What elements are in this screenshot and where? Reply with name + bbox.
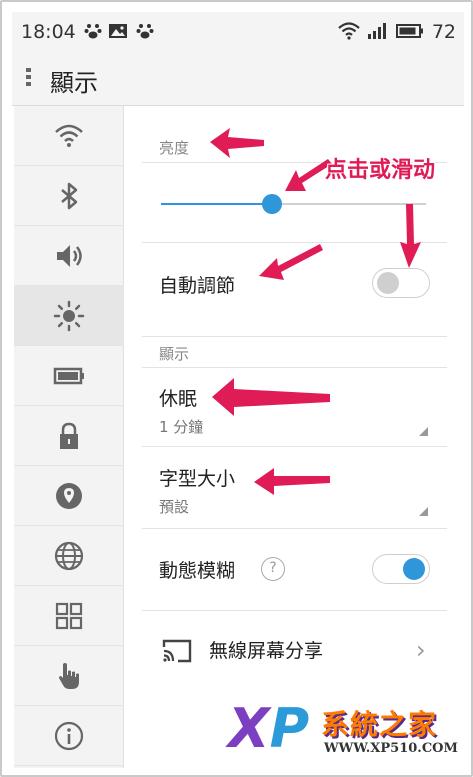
sidebar-item-security[interactable] — [14, 406, 124, 466]
volume-icon — [57, 244, 82, 267]
wifi-icon — [338, 22, 360, 45]
annotation-text: 点击或滑动 — [325, 158, 436, 183]
sidebar-item-volume[interactable] — [14, 226, 124, 286]
brightness-header: 亮度 — [159, 139, 190, 157]
info-icon — [54, 721, 84, 750]
image-icon — [108, 22, 128, 45]
sidebar-item-display[interactable] — [14, 286, 124, 346]
chevron-right-icon: › — [416, 636, 426, 664]
bluetooth-icon — [61, 182, 78, 209]
divider — [142, 528, 447, 529]
brightness-slider-fill — [161, 203, 273, 205]
paw-icon — [136, 22, 154, 45]
battery-icon — [396, 22, 424, 45]
dropdown-corner-icon — [419, 427, 428, 436]
menu-icon[interactable] — [26, 68, 32, 92]
paw-icon — [84, 22, 102, 45]
signal-icon — [367, 22, 389, 45]
sidebar-item-battery[interactable] — [14, 346, 124, 406]
dropdown-corner-icon — [419, 507, 428, 516]
wifi-icon — [55, 124, 83, 147]
cast-icon — [162, 639, 192, 663]
divider — [142, 610, 447, 611]
screen-frame: 18:04 72 顯示 亮度 自動調節 顯示 休眠 1 分鐘 字型大小 預設 動… — [0, 0, 473, 777]
globe-icon — [54, 541, 84, 570]
sleep-value: 1 分鐘 — [159, 418, 204, 436]
help-icon[interactable]: ? — [261, 557, 285, 581]
status-bar: 18:04 72 — [12, 12, 464, 54]
watermark-xp-logo: XP — [228, 699, 309, 759]
battery-level: 72 — [431, 21, 456, 43]
watermark-x: X — [228, 697, 270, 760]
divider — [142, 446, 447, 447]
sidebar-item-location[interactable] — [14, 466, 124, 526]
font-size-value: 預設 — [159, 498, 190, 516]
title-bar: 顯示 — [12, 54, 464, 106]
watermark-logo: XP 系統之家 WWW.XP510.COM — [228, 699, 468, 769]
motion-blur-label: 動態模糊 — [159, 560, 236, 582]
watermark-brand: 系統之家 — [321, 708, 438, 741]
auto-brightness-label: 自動調節 — [159, 275, 236, 297]
sidebar — [14, 106, 124, 768]
sleep-label: 休眠 — [159, 388, 198, 410]
brightness-icon — [53, 300, 85, 331]
watermark-p: P — [269, 697, 310, 760]
page-title: 顯示 — [50, 69, 98, 97]
lock-icon — [60, 422, 78, 449]
sidebar-item-gestures[interactable] — [14, 646, 124, 706]
sidebar-item-bluetooth[interactable] — [14, 166, 124, 226]
wireless-display-label: 無線屏幕分享 — [209, 640, 324, 662]
status-time: 18:04 — [21, 21, 76, 43]
auto-brightness-toggle[interactable] — [372, 268, 430, 298]
brightness-slider-thumb[interactable] — [262, 194, 283, 214]
settings-content: 亮度 自動調節 顯示 休眠 1 分鐘 字型大小 預設 動態模糊 ? 無線屏幕分享… — [125, 106, 464, 768]
divider — [142, 367, 447, 368]
display-header: 顯示 — [159, 345, 190, 363]
brightness-slider[interactable] — [161, 194, 426, 214]
font-size-label: 字型大小 — [159, 468, 236, 490]
sidebar-item-wifi[interactable] — [14, 106, 124, 166]
battery-icon — [53, 367, 84, 384]
motion-blur-toggle[interactable] — [372, 554, 430, 584]
sidebar-item-language[interactable] — [14, 526, 124, 586]
location-icon — [56, 482, 82, 509]
hand-icon — [59, 662, 79, 689]
divider — [142, 336, 447, 337]
apps-grid-icon — [55, 602, 83, 629]
sidebar-item-about[interactable] — [14, 706, 124, 766]
sidebar-item-apps[interactable] — [14, 586, 124, 646]
divider — [142, 242, 447, 243]
watermark-url: WWW.XP510.COM — [324, 741, 458, 756]
